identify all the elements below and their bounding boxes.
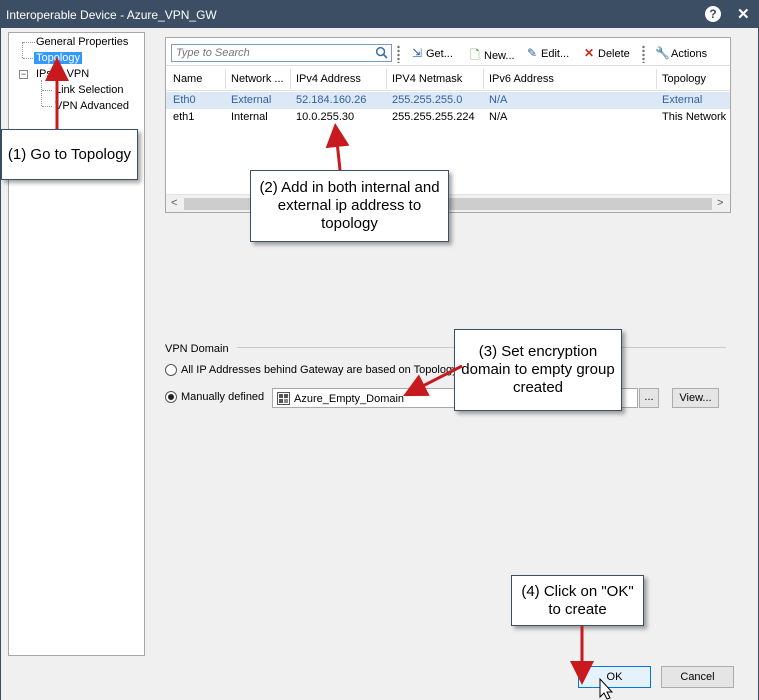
cell-name: eth1 <box>173 111 195 123</box>
cell-network: External <box>231 94 272 106</box>
cell-ipv4-address: 52.184.160.26 <box>296 94 367 106</box>
new-button[interactable]: 🗋 New... <box>468 46 515 67</box>
callout-step-2-text: (2) Add in both internal and external ip… <box>259 179 440 232</box>
actions-button-label: Actions <box>671 48 708 60</box>
window-title: Interoperable Device - Azure_VPN_GW <box>6 8 217 22</box>
callout-step-3: (3) Set encryption domain to empty group… <box>454 329 622 411</box>
tree-item-label: Topology <box>34 52 83 64</box>
cell-name: Eth0 <box>173 94 196 106</box>
radio-icon[interactable] <box>165 364 177 377</box>
column-header-ipv4-address[interactable]: IPv4 Address <box>296 73 361 85</box>
wrench-icon: 🔧 <box>655 46 670 60</box>
cell-topology: External <box>662 94 703 106</box>
toolbar-separator <box>642 45 645 63</box>
tree-item-vpn-advanced[interactable]: VPN Advanced <box>55 100 129 112</box>
column-header-topology[interactable]: Topology <box>662 73 706 85</box>
cell-ipv4-netmask: 255.255.255.0 <box>392 94 463 106</box>
radio-topology-label: All IP Addresses behind Gateway are base… <box>181 364 464 376</box>
cell-ipv6-address: N/A <box>489 94 508 106</box>
delete-button[interactable]: ✕ Delete <box>582 46 630 60</box>
view-button[interactable]: View... <box>672 388 719 408</box>
callout-step-1: (1) Go to Topology <box>1 129 138 180</box>
navigation-tree: General Properties Topology − IPsec VPN … <box>8 32 145 656</box>
edit-button[interactable]: ✎ Edit... <box>525 46 569 60</box>
table-row[interactable]: Eth0 External 52.184.160.26 255.255.255.… <box>166 92 730 109</box>
tree-item-label: General Properties <box>36 36 129 48</box>
column-header-ipv6-address[interactable]: IPv6 Address <box>489 73 554 85</box>
search-box[interactable] <box>171 44 392 62</box>
cancel-button[interactable]: Cancel <box>661 666 734 688</box>
column-divider[interactable] <box>386 69 387 89</box>
ok-button[interactable]: OK <box>578 666 651 688</box>
search-icon[interactable] <box>375 46 388 59</box>
scroll-left-icon[interactable]: < <box>171 197 177 209</box>
tree-item-topology[interactable]: Topology <box>34 52 83 64</box>
column-header-ipv4-netmask[interactable]: IPV4 Netmask <box>392 73 462 85</box>
callout-step-4-text: (4) Click on "OK" to create <box>521 582 634 618</box>
get-button-label: Get... <box>426 48 453 60</box>
column-header-name[interactable]: Name <box>173 73 202 85</box>
pencil-icon: ✎ <box>526 46 538 60</box>
title-bar: Interoperable Device - Azure_VPN_GW ? ✕ <box>0 0 759 28</box>
tree-line <box>42 106 52 107</box>
close-icon[interactable]: ✕ <box>737 5 750 23</box>
network-group-icon <box>277 392 290 405</box>
column-divider[interactable] <box>290 69 291 89</box>
tree-item-ipsec-vpn[interactable]: IPsec VPN <box>36 68 89 80</box>
radio-checked-icon[interactable] <box>165 391 177 404</box>
tree-line <box>42 90 52 91</box>
cell-ipv4-netmask: 255.255.255.224 <box>392 111 475 123</box>
get-button[interactable]: ⇲ Get... <box>410 46 453 60</box>
tree-line <box>41 80 42 106</box>
toolbar-separator <box>397 45 400 63</box>
tree-item-link-selection[interactable]: Link Selection <box>55 84 124 96</box>
scroll-right-icon[interactable]: > <box>717 197 723 209</box>
cell-ipv4-address: 10.0.255.30 <box>296 111 355 123</box>
callout-step-3-text: (3) Set encryption domain to empty group… <box>461 343 615 396</box>
table-row[interactable]: eth1 Internal 10.0.255.30 255.255.255.22… <box>166 109 730 126</box>
help-icon[interactable]: ? <box>705 6 721 22</box>
callout-step-2: (2) Add in both internal and external ip… <box>250 170 449 242</box>
callout-step-4: (4) Click on "OK" to create <box>511 575 644 626</box>
edit-button-label: Edit... <box>541 48 570 60</box>
new-button-label: New... <box>484 50 515 62</box>
vpn-domain-label: VPN Domain <box>165 343 229 355</box>
column-header-network[interactable]: Network ... <box>231 73 284 85</box>
tree-item-label: Link Selection <box>55 84 124 96</box>
collapse-icon[interactable]: − <box>19 70 28 79</box>
table-header: Name Network ... IPv4 Address IPV4 Netma… <box>166 67 730 91</box>
cell-ipv6-address: N/A <box>489 111 508 123</box>
topology-toolbar: ⇲Get... 🗋 New... ✎Edit... ✕Delete 🔧Action… <box>166 38 730 66</box>
column-divider[interactable] <box>483 69 484 89</box>
selected-group-value: Azure_Empty_Domain <box>294 393 405 405</box>
tree-item-label: VPN Advanced <box>55 100 129 112</box>
radio-manual-label: Manually defined <box>181 391 265 403</box>
delete-icon: ✕ <box>583 46 595 60</box>
tree-line <box>23 42 35 43</box>
search-input[interactable] <box>172 45 368 61</box>
column-divider[interactable] <box>225 69 226 89</box>
tree-item-label: IPsec VPN <box>36 68 90 80</box>
callout-step-1-text: (1) Go to Topology <box>7 145 132 163</box>
actions-button[interactable]: 🔧Actions <box>655 46 707 60</box>
tree-line <box>22 42 23 58</box>
radio-manually-defined[interactable]: Manually defined <box>165 391 265 404</box>
delete-button-label: Delete <box>598 48 630 60</box>
radio-topology-based[interactable]: All IP Addresses behind Gateway are base… <box>165 364 464 377</box>
tree-item-general-properties[interactable]: General Properties <box>36 36 128 48</box>
column-divider[interactable] <box>656 69 657 89</box>
import-icon: ⇲ <box>411 46 423 60</box>
new-document-icon: 🗋 <box>470 48 480 62</box>
cell-topology: This Network <box>662 111 727 123</box>
browse-button[interactable]: ... <box>639 388 659 408</box>
cell-network: Internal <box>231 111 268 123</box>
